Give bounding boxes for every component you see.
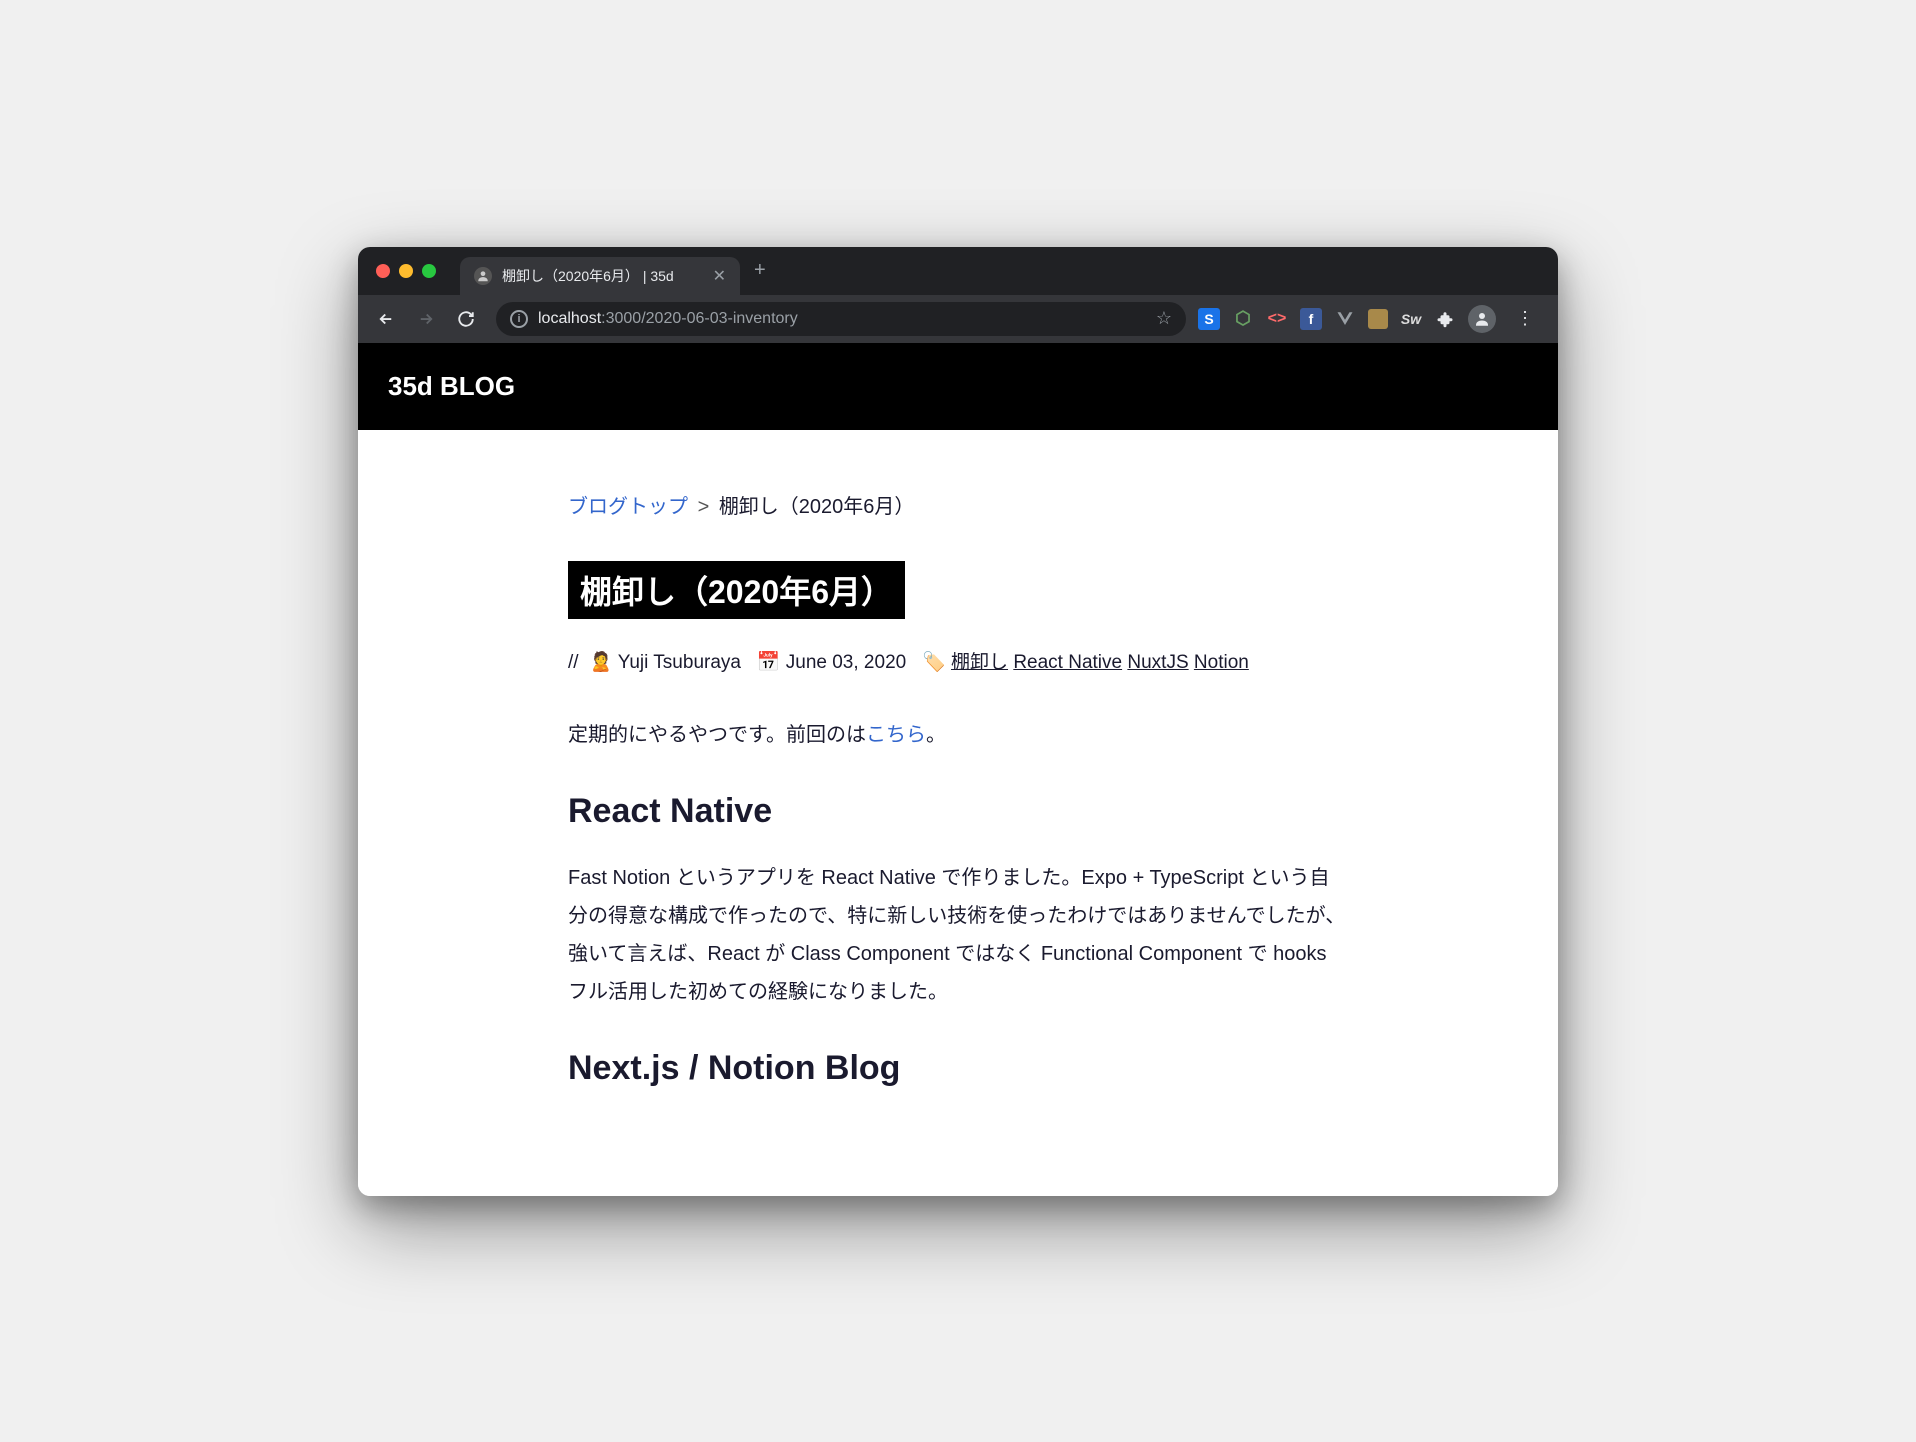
forward-button[interactable]: [408, 301, 444, 337]
browser-menu-icon[interactable]: ⋮: [1508, 308, 1542, 329]
breadcrumb-separator: >: [698, 496, 710, 518]
tag-emoji-icon: 🏷️: [922, 652, 946, 673]
extension-devtools-icon[interactable]: <>: [1266, 308, 1288, 330]
new-tab-button[interactable]: +: [754, 259, 766, 282]
bookmark-star-icon[interactable]: ☆: [1156, 308, 1172, 329]
url-path: :3000/2020-06-03-inventory: [601, 310, 798, 327]
breadcrumb-home-link[interactable]: ブログトップ: [568, 496, 688, 518]
close-window-button[interactable]: [376, 264, 390, 278]
section-heading-react-native: React Native: [568, 792, 1348, 831]
post-title: 棚卸し（2020年6月）: [568, 561, 905, 619]
tag-link[interactable]: React Native: [1013, 652, 1122, 673]
traffic-lights: [376, 264, 436, 278]
extension-vue-icon[interactable]: [1334, 308, 1356, 330]
extension-s-icon[interactable]: S: [1198, 308, 1220, 330]
extension-icons: S ⬡ <> f Sw ⋮: [1198, 305, 1542, 333]
tab-favicon-icon: [474, 267, 492, 285]
author-emoji-icon: 🙎: [589, 652, 613, 673]
close-tab-icon[interactable]: ✕: [713, 266, 726, 286]
minimize-window-button[interactable]: [399, 264, 413, 278]
browser-tab[interactable]: 棚卸し（2020年6月） | 35d ✕: [460, 257, 740, 295]
post-title-wrap: 棚卸し（2020年6月）: [568, 561, 1348, 647]
url-host: localhost: [538, 310, 601, 327]
url-text: localhost:3000/2020-06-03-inventory: [538, 310, 1146, 328]
section-heading-nextjs: Next.js / Notion Blog: [568, 1049, 1348, 1088]
intro-text-after: 。: [926, 724, 946, 746]
tag-link[interactable]: Notion: [1194, 652, 1249, 673]
date-emoji-icon: 📅: [757, 652, 781, 673]
tag-link[interactable]: NuxtJS: [1127, 652, 1188, 673]
address-bar[interactable]: i localhost:3000/2020-06-03-inventory ☆: [496, 302, 1186, 336]
profile-avatar-button[interactable]: [1468, 305, 1496, 333]
meta-prefix: //: [568, 652, 579, 673]
intro-link[interactable]: こちら: [866, 724, 926, 746]
tag-link[interactable]: 棚卸し: [951, 652, 1008, 673]
site-title[interactable]: 35d BLOG: [388, 371, 515, 401]
paragraph-react-native: Fast Notion というアプリを React Native で作りました。…: [568, 859, 1348, 1011]
extensions-menu-icon[interactable]: [1434, 308, 1456, 330]
intro-text-before: 定期的にやるやつです。前回のは: [568, 724, 866, 746]
back-button[interactable]: [368, 301, 404, 337]
chrome-top: 棚卸し（2020年6月） | 35d ✕ + i localhost:3000/…: [358, 247, 1558, 343]
tab-strip: 棚卸し（2020年6月） | 35d ✕ +: [358, 247, 1558, 295]
post-author: Yuji Tsuburaya: [618, 652, 741, 673]
maximize-window-button[interactable]: [422, 264, 436, 278]
content-container: ブログトップ > 棚卸し（2020年6月） 棚卸し（2020年6月） // 🙎 …: [548, 490, 1368, 1088]
post-date: June 03, 2020: [786, 652, 906, 673]
breadcrumb: ブログトップ > 棚卸し（2020年6月）: [568, 490, 1348, 519]
post-meta: // 🙎 Yuji Tsuburaya 📅 June 03, 2020 🏷️ 棚…: [568, 647, 1348, 674]
tab-title: 棚卸し（2020年6月） | 35d: [502, 266, 703, 286]
breadcrumb-current: 棚卸し（2020年6月）: [719, 496, 915, 518]
intro-paragraph: 定期的にやるやつです。前回のはこちら。: [568, 716, 1348, 754]
extension-box-icon[interactable]: [1368, 309, 1388, 329]
site-header: 35d BLOG: [358, 343, 1558, 430]
extension-facebook-icon[interactable]: f: [1300, 308, 1322, 330]
browser-toolbar: i localhost:3000/2020-06-03-inventory ☆ …: [358, 295, 1558, 343]
extension-node-icon[interactable]: ⬡: [1232, 308, 1254, 330]
reload-button[interactable]: [448, 301, 484, 337]
browser-window: 棚卸し（2020年6月） | 35d ✕ + i localhost:3000/…: [358, 247, 1558, 1196]
extension-sw-icon[interactable]: Sw: [1400, 308, 1422, 330]
site-info-icon[interactable]: i: [510, 310, 528, 328]
page-content: ブログトップ > 棚卸し（2020年6月） 棚卸し（2020年6月） // 🙎 …: [358, 430, 1558, 1196]
